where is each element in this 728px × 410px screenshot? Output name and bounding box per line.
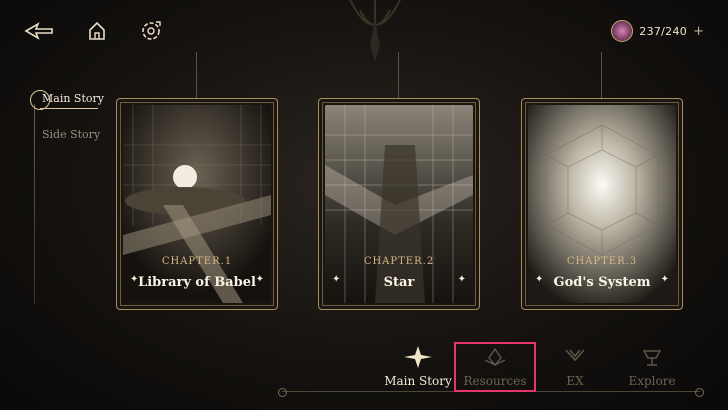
chapter-title: Star [383, 275, 415, 290]
story-side-nav: Main Story Side Story [24, 88, 114, 328]
settings-icon[interactable] [138, 18, 164, 44]
sparkle-icon: ✦ [255, 274, 264, 285]
nav-track-end [695, 388, 704, 397]
sparkle-icon: ✦ [130, 274, 139, 285]
chapter-title: Library of Babel [138, 275, 256, 290]
side-nav-side-story[interactable]: Side Story [42, 128, 100, 141]
chapter-card-3[interactable]: CHAPTER.3 God's System ✦ ✦ [521, 52, 683, 310]
card-hanger [398, 52, 399, 98]
nav-main-story[interactable]: Main Story [383, 346, 453, 406]
bottom-nav: Main Story Resources EX Explore [0, 340, 728, 410]
chapter-number: CHAPTER.2 [363, 256, 435, 267]
sparkle-icon: ✦ [535, 274, 544, 285]
side-nav-line [34, 104, 35, 304]
highlight-box [454, 342, 536, 392]
ex-chevron-icon [565, 349, 585, 362]
chapter-caption: CHAPTER.1 Library of Babel [116, 256, 278, 290]
stamina-value: 237/240 [639, 24, 688, 38]
nav-ex[interactable]: EX [540, 346, 610, 406]
chapter-card-1[interactable]: CHAPTER.1 Library of Babel ✦ ✦ [116, 52, 278, 310]
home-icon[interactable] [86, 20, 108, 42]
active-underline [40, 108, 98, 109]
nav-explore[interactable]: Explore [617, 346, 687, 406]
chapter-caption: CHAPTER.2 Star [318, 256, 480, 290]
stamina-counter[interactable]: 237/240 + [611, 18, 704, 44]
nav-label: Explore [628, 374, 676, 388]
chapter-card-2[interactable]: CHAPTER.2 Star ✦ ✦ [318, 52, 480, 310]
back-arrow-icon[interactable] [24, 20, 54, 42]
chapter-number: CHAPTER.3 [566, 256, 638, 267]
compass-star-icon [404, 346, 432, 368]
chapter-title: God's System [553, 275, 651, 290]
card-hanger [196, 52, 197, 98]
add-stamina-button[interactable]: + [693, 24, 704, 39]
explore-icon [642, 350, 662, 366]
sparkle-icon: ✦ [457, 274, 466, 285]
card-hanger [601, 52, 602, 98]
nav-label: Main Story [384, 374, 452, 388]
nav-track-end [278, 388, 287, 397]
stamina-orb-icon [611, 20, 634, 42]
top-bar: 237/240 + [0, 0, 728, 60]
sparkle-icon: ✦ [332, 274, 341, 285]
chapter-caption: CHAPTER.3 God's System [521, 256, 683, 290]
chapter-number: CHAPTER.1 [161, 256, 233, 267]
sparkle-icon: ✦ [660, 274, 669, 285]
nav-label: EX [566, 374, 584, 388]
side-nav-main-story[interactable]: Main Story [42, 92, 104, 105]
